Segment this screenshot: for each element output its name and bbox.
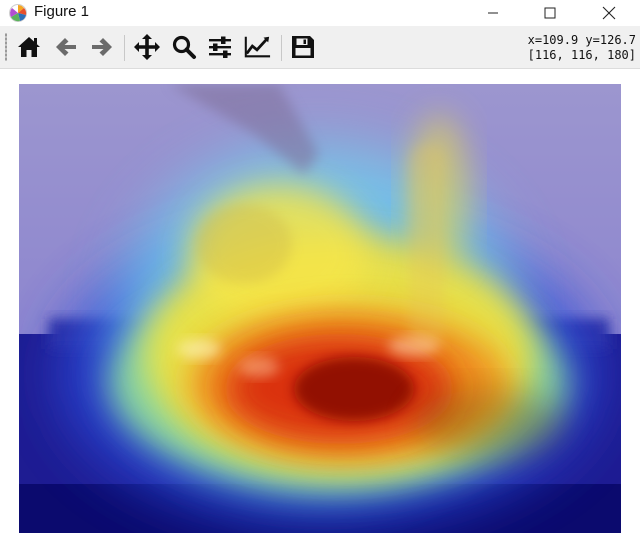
home-icon xyxy=(18,37,40,57)
zoom-button[interactable] xyxy=(170,33,198,61)
pixel-value-readout: [116, 116, 180] xyxy=(527,48,636,62)
edit-axis-button[interactable] xyxy=(243,33,271,61)
save-button[interactable] xyxy=(289,33,317,61)
close-button[interactable] xyxy=(586,0,632,26)
minimize-button[interactable] xyxy=(470,0,516,26)
coord-readout: x=109.9 y=126.7 xyxy=(527,33,636,47)
maximize-icon xyxy=(544,7,556,19)
arrow-left-icon xyxy=(56,38,76,56)
back-button[interactable] xyxy=(52,33,80,61)
image-axes[interactable] xyxy=(19,84,621,533)
line-chart-icon xyxy=(244,36,271,58)
minimize-icon xyxy=(488,12,498,14)
figure-canvas[interactable] xyxy=(0,69,640,549)
cursor-coordinates: x=109.9 y=126.7 [116, 116, 180] xyxy=(528,33,636,63)
arrow-right-icon xyxy=(92,38,112,56)
toolbar-separator xyxy=(281,35,282,61)
window-title: Figure 1 xyxy=(34,3,90,20)
move-icon xyxy=(134,34,160,60)
maximize-button[interactable] xyxy=(527,0,573,26)
toolbar-grip[interactable] xyxy=(5,33,7,61)
configure-subplots-button[interactable] xyxy=(206,33,234,61)
magnifier-icon xyxy=(172,35,196,59)
navigation-toolbar: x=109.9 y=126.7 [116, 116, 180] xyxy=(0,26,640,69)
forward-button[interactable] xyxy=(88,33,116,61)
pan-button[interactable] xyxy=(133,33,161,61)
sliders-icon xyxy=(209,36,231,58)
floppy-disk-icon xyxy=(292,36,314,58)
close-icon xyxy=(602,6,616,20)
title-bar: Figure 1 xyxy=(0,0,640,26)
toolbar-separator xyxy=(124,35,125,61)
matplotlib-logo-icon xyxy=(9,4,27,22)
home-button[interactable] xyxy=(15,33,43,61)
heatmap-overlay-image xyxy=(19,84,621,533)
